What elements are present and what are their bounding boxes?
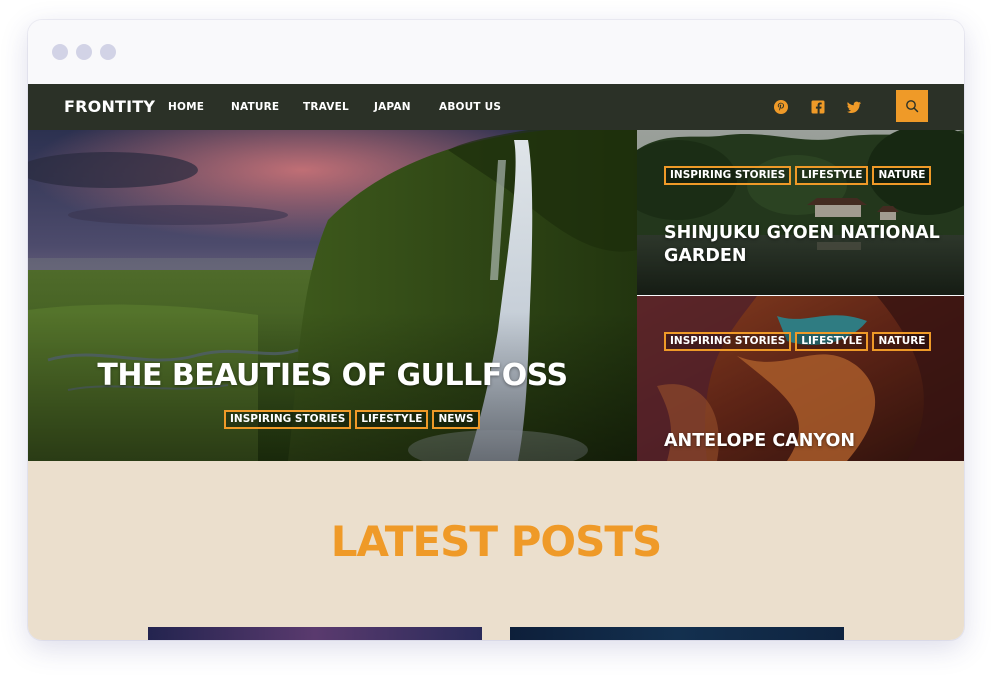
side-post-2-tags: INSPIRING STORIES LIFESTYLE NATURE (664, 332, 932, 351)
window-zoom-dot[interactable] (100, 44, 116, 60)
search-button[interactable] (896, 90, 928, 122)
nav-item-travel[interactable]: TRAVEL (303, 84, 349, 130)
hero-title[interactable]: THE BEAUTIES OF GULLFOSS (28, 358, 637, 393)
tag-lifestyle[interactable]: LIFESTYLE (355, 410, 429, 429)
tag-lifestyle[interactable]: LIFESTYLE (795, 166, 869, 185)
latest-post-card[interactable] (148, 627, 482, 640)
tag-inspiring-stories[interactable]: INSPIRING STORIES (664, 166, 792, 185)
site-logo[interactable]: FRONTITY (64, 84, 155, 130)
shinjuku-image (637, 130, 964, 295)
window-minimize-dot[interactable] (76, 44, 92, 60)
tag-nature[interactable]: NATURE (872, 332, 932, 351)
search-icon (906, 100, 919, 113)
tag-inspiring-stories[interactable]: INSPIRING STORIES (224, 410, 352, 429)
nav-item-japan[interactable]: JAPAN (374, 84, 411, 130)
browser-window: FRONTITY HOME NATURE TRAVEL JAPAN ABOUT … (28, 20, 964, 640)
side-post-1-tags: INSPIRING STORIES LIFESTYLE NATURE (664, 166, 932, 185)
side-post-1-title[interactable]: SHINJUKU GYOEN NATIONAL GARDEN (664, 222, 944, 268)
latest-posts-heading: LATEST POSTS (330, 517, 663, 566)
side-post-shinjuku[interactable]: INSPIRING STORIES LIFESTYLE NATURE SHINJ… (637, 130, 964, 295)
tag-nature[interactable]: NATURE (872, 166, 932, 185)
latest-posts-section: LATEST POSTS (28, 461, 964, 640)
window-close-dot[interactable] (52, 44, 68, 60)
twitter-icon[interactable] (844, 97, 864, 117)
site-header: FRONTITY HOME NATURE TRAVEL JAPAN ABOUT … (28, 84, 964, 130)
latest-post-card[interactable] (510, 627, 844, 640)
facebook-icon[interactable] (808, 97, 828, 117)
hero-tags: INSPIRING STORIES LIFESTYLE NEWS (224, 410, 480, 429)
tag-news[interactable]: NEWS (432, 410, 480, 429)
nav-item-home[interactable]: HOME (168, 84, 204, 130)
browser-titlebar (28, 20, 964, 84)
tag-lifestyle[interactable]: LIFESTYLE (795, 332, 869, 351)
nav-item-about-us[interactable]: ABOUT US (439, 84, 501, 130)
tag-inspiring-stories[interactable]: INSPIRING STORIES (664, 332, 792, 351)
nav-item-nature[interactable]: NATURE (231, 84, 279, 130)
hero-post[interactable]: THE BEAUTIES OF GULLFOSS INSPIRING STORI… (28, 130, 637, 461)
side-post-antelope[interactable]: INSPIRING STORIES LIFESTYLE NATURE ANTEL… (637, 296, 964, 461)
pinterest-icon[interactable] (771, 97, 791, 117)
side-post-2-title[interactable]: ANTELOPE CANYON (664, 430, 944, 453)
